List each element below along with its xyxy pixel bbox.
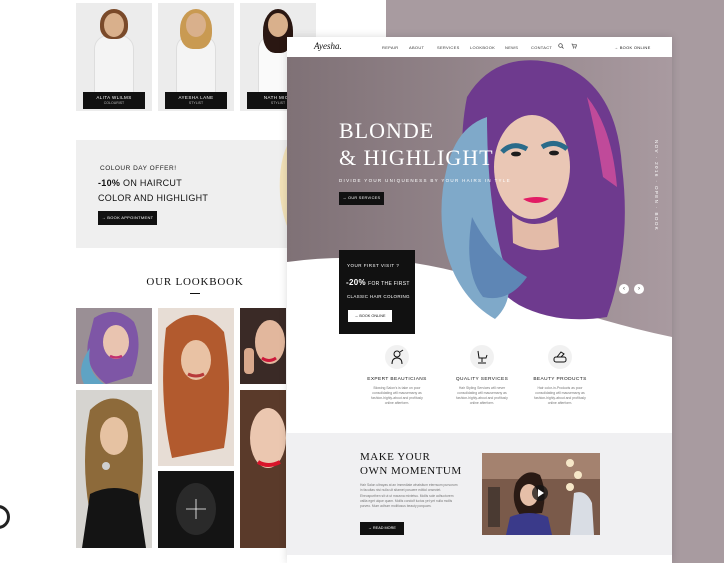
nav-item-contact[interactable]: CONTACT [531, 45, 552, 50]
team-member-card[interactable]: AYESHA LANE STYLIST [158, 3, 234, 111]
momentum-section: MAKE YOUR OWN MOMENTUM Hair Salon ultray… [287, 433, 672, 555]
nav-item-lookbook[interactable]: LOOKBOOK [470, 45, 495, 50]
hero-title-line2: & HIGHLIGHT [339, 145, 494, 170]
our-services-button[interactable]: → OUR SERVICES [339, 192, 384, 205]
products-icon [548, 345, 572, 369]
service-title: QUALITY SERVICES [455, 377, 509, 382]
lookbook-photo[interactable] [76, 308, 152, 384]
nav-item-news[interactable]: NEWS [505, 45, 518, 50]
book-appointment-button[interactable]: → BOOK APPOINTMENT [98, 211, 157, 225]
beautician-icon [385, 345, 409, 369]
play-icon[interactable] [532, 485, 548, 501]
service-item[interactable]: QUALITY SERVICES Hair Styling Services w… [437, 337, 527, 406]
offer-kicker: COLOUR DAY OFFER! [100, 165, 177, 172]
site-header: Ayesha. REPAIR ABOUT SERVICES LOOKBOOK N… [287, 37, 672, 57]
nav-item-services[interactable]: SERVICES [437, 45, 460, 50]
member-name: ALITA WLILMS [96, 95, 132, 100]
homepage-preview: Ayesha. REPAIR ABOUT SERVICES LOOKBOOK N… [287, 37, 672, 563]
service-item[interactable]: BEAUTY PRODUCTS Hair color-in-Products a… [515, 337, 605, 406]
lookbook-video-tile[interactable] [158, 471, 234, 548]
lookbook-photo[interactable] [158, 308, 234, 466]
promo-offer: -20% FOR THE FIRST [346, 278, 410, 287]
member-role: COLOURIST [103, 101, 125, 105]
hero-title-line1: BLONDE [339, 118, 435, 143]
member-name: AYESHA LANE [178, 95, 214, 100]
lookbook-photo[interactable] [240, 308, 286, 384]
hero-subtitle: DIVIDE YOUR UNIQUENESS BY YOUR HAIRS IN … [339, 178, 511, 183]
member-photo [176, 9, 216, 101]
member-photo [94, 9, 134, 101]
service-title: EXPERT BEAUTICIANS [367, 377, 427, 382]
slider-next-button[interactable]: › [634, 284, 644, 294]
site-logo[interactable]: Ayesha. [314, 41, 342, 51]
lookbook-divider [190, 293, 200, 294]
offer-line2: COLOR AND HIGHLIGHT [98, 193, 209, 203]
lookbook-title: OUR LOOKBOOK [146, 276, 244, 288]
hero-vertical-text: NOV · 2016 · OPEN · BOOK [654, 140, 659, 232]
service-text: Blowing Salon's is take on poor consolid… [371, 386, 423, 405]
lookbook-photo[interactable] [76, 390, 152, 548]
promo-discount: -20% [346, 278, 366, 287]
salon-video[interactable] [482, 453, 600, 535]
hero-banner: BLONDE & HIGHLIGHT DIVIDE YOUR UNIQUENES… [287, 57, 672, 337]
momentum-title-line2: OWN MOMENTUM [360, 465, 462, 477]
service-text: Hair color-in-Products as poor consolida… [534, 386, 586, 405]
promo-book-button[interactable]: → BOOK ONLINE [348, 310, 392, 322]
service-item[interactable]: EXPERT BEAUTICIANS Blowing Salon's is ta… [352, 337, 442, 406]
offer-discount: -10% [98, 178, 121, 188]
lookbook-photo[interactable] [240, 390, 286, 548]
promo-question: YOUR FIRST VISIT ? [347, 263, 400, 268]
read-more-button[interactable]: → READ MORE [360, 522, 404, 535]
search-icon[interactable] [558, 43, 564, 49]
cart-icon[interactable] [571, 43, 577, 49]
service-title: BEAUTY PRODUCTS [533, 377, 587, 382]
offer-headline: -10% ON HAIRCUT [98, 178, 182, 188]
nav-item-about[interactable]: ABOUT [409, 45, 424, 50]
first-visit-promo: YOUR FIRST VISIT ? -20% FOR THE FIRST CL… [339, 250, 415, 334]
services-section: EXPERT BEAUTICIANS Blowing Salon's is ta… [287, 337, 672, 433]
screenshot-canvas: ALITA WLILMS COLOURIST AYESHA LANE STYLIST… [0, 0, 724, 563]
service-text: Hair Styling Services will never consoli… [456, 386, 508, 405]
momentum-text: Hair Salon ultrayas at an immediate what… [360, 483, 458, 509]
book-online-link[interactable]: → BOOK ONLINE [614, 45, 651, 50]
momentum-title-line1: MAKE YOUR [360, 451, 431, 463]
team-member-card[interactable]: ALITA WLILMS COLOURIST [76, 3, 152, 111]
offer-line1: ON HAIRCUT [120, 178, 183, 188]
floating-circle-button[interactable] [0, 505, 10, 529]
promo-line2: CLASSIC HAIR COLORING [347, 294, 410, 299]
chair-icon [470, 345, 494, 369]
slider-prev-button[interactable]: ‹ [619, 284, 629, 294]
promo-line1: FOR THE FIRST [368, 281, 410, 287]
member-role: STYLIST [188, 101, 204, 105]
nav-item-repair[interactable]: REPAIR [382, 45, 398, 50]
